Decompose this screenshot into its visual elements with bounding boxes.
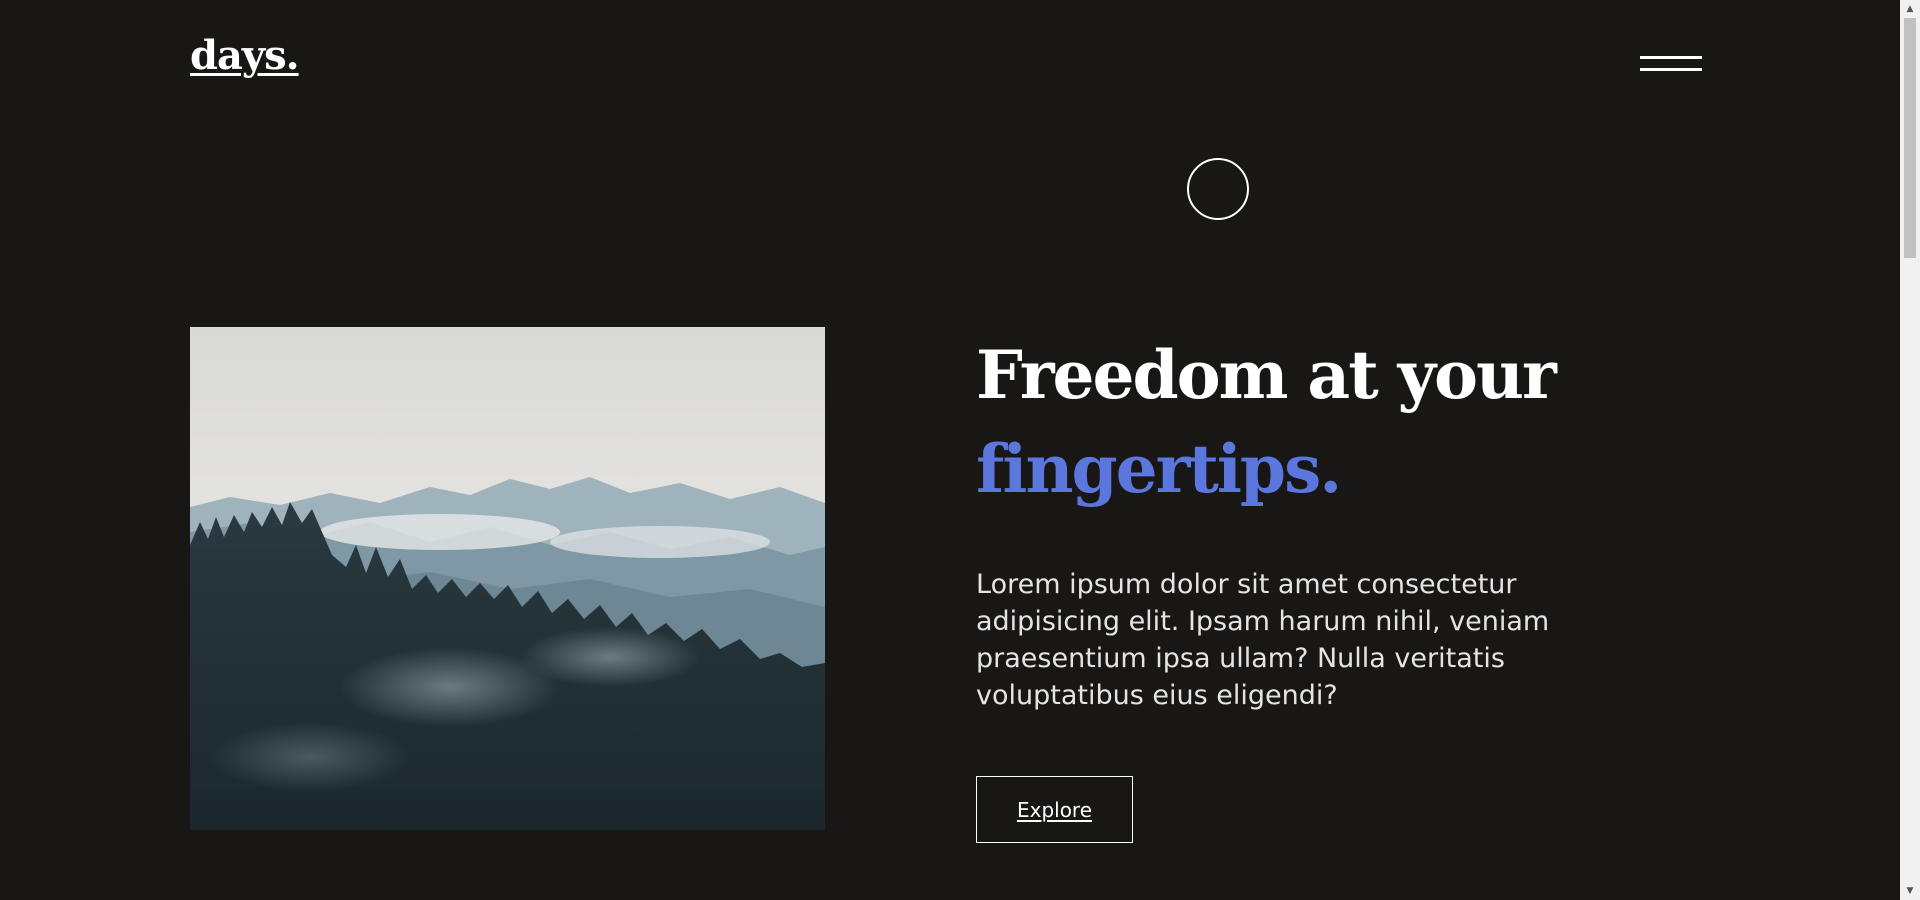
hero-heading: Freedom at your fingertips.	[976, 328, 1557, 516]
page-scrollbar[interactable]: ▲ ▼	[1900, 0, 1920, 900]
hamburger-menu-icon[interactable]	[1640, 54, 1702, 76]
menu-bar-bottom	[1640, 68, 1702, 71]
logo-link[interactable]: days.	[190, 34, 300, 78]
hero-mountain-image	[190, 327, 825, 830]
hero-heading-line1: Freedom at your	[976, 336, 1557, 414]
cursor-circle-icon	[1187, 158, 1249, 220]
hero-heading-line2: fingertips.	[976, 430, 1342, 508]
explore-button[interactable]: Explore	[976, 776, 1133, 843]
scroll-down-arrow-icon[interactable]: ▼	[1900, 882, 1920, 900]
menu-bar-top	[1640, 56, 1702, 59]
hero-description: Lorem ipsum dolor sit amet consectetur a…	[976, 569, 1550, 711]
scrollbar-thumb[interactable]	[1904, 18, 1916, 258]
scroll-up-arrow-icon[interactable]: ▲	[1900, 0, 1920, 18]
